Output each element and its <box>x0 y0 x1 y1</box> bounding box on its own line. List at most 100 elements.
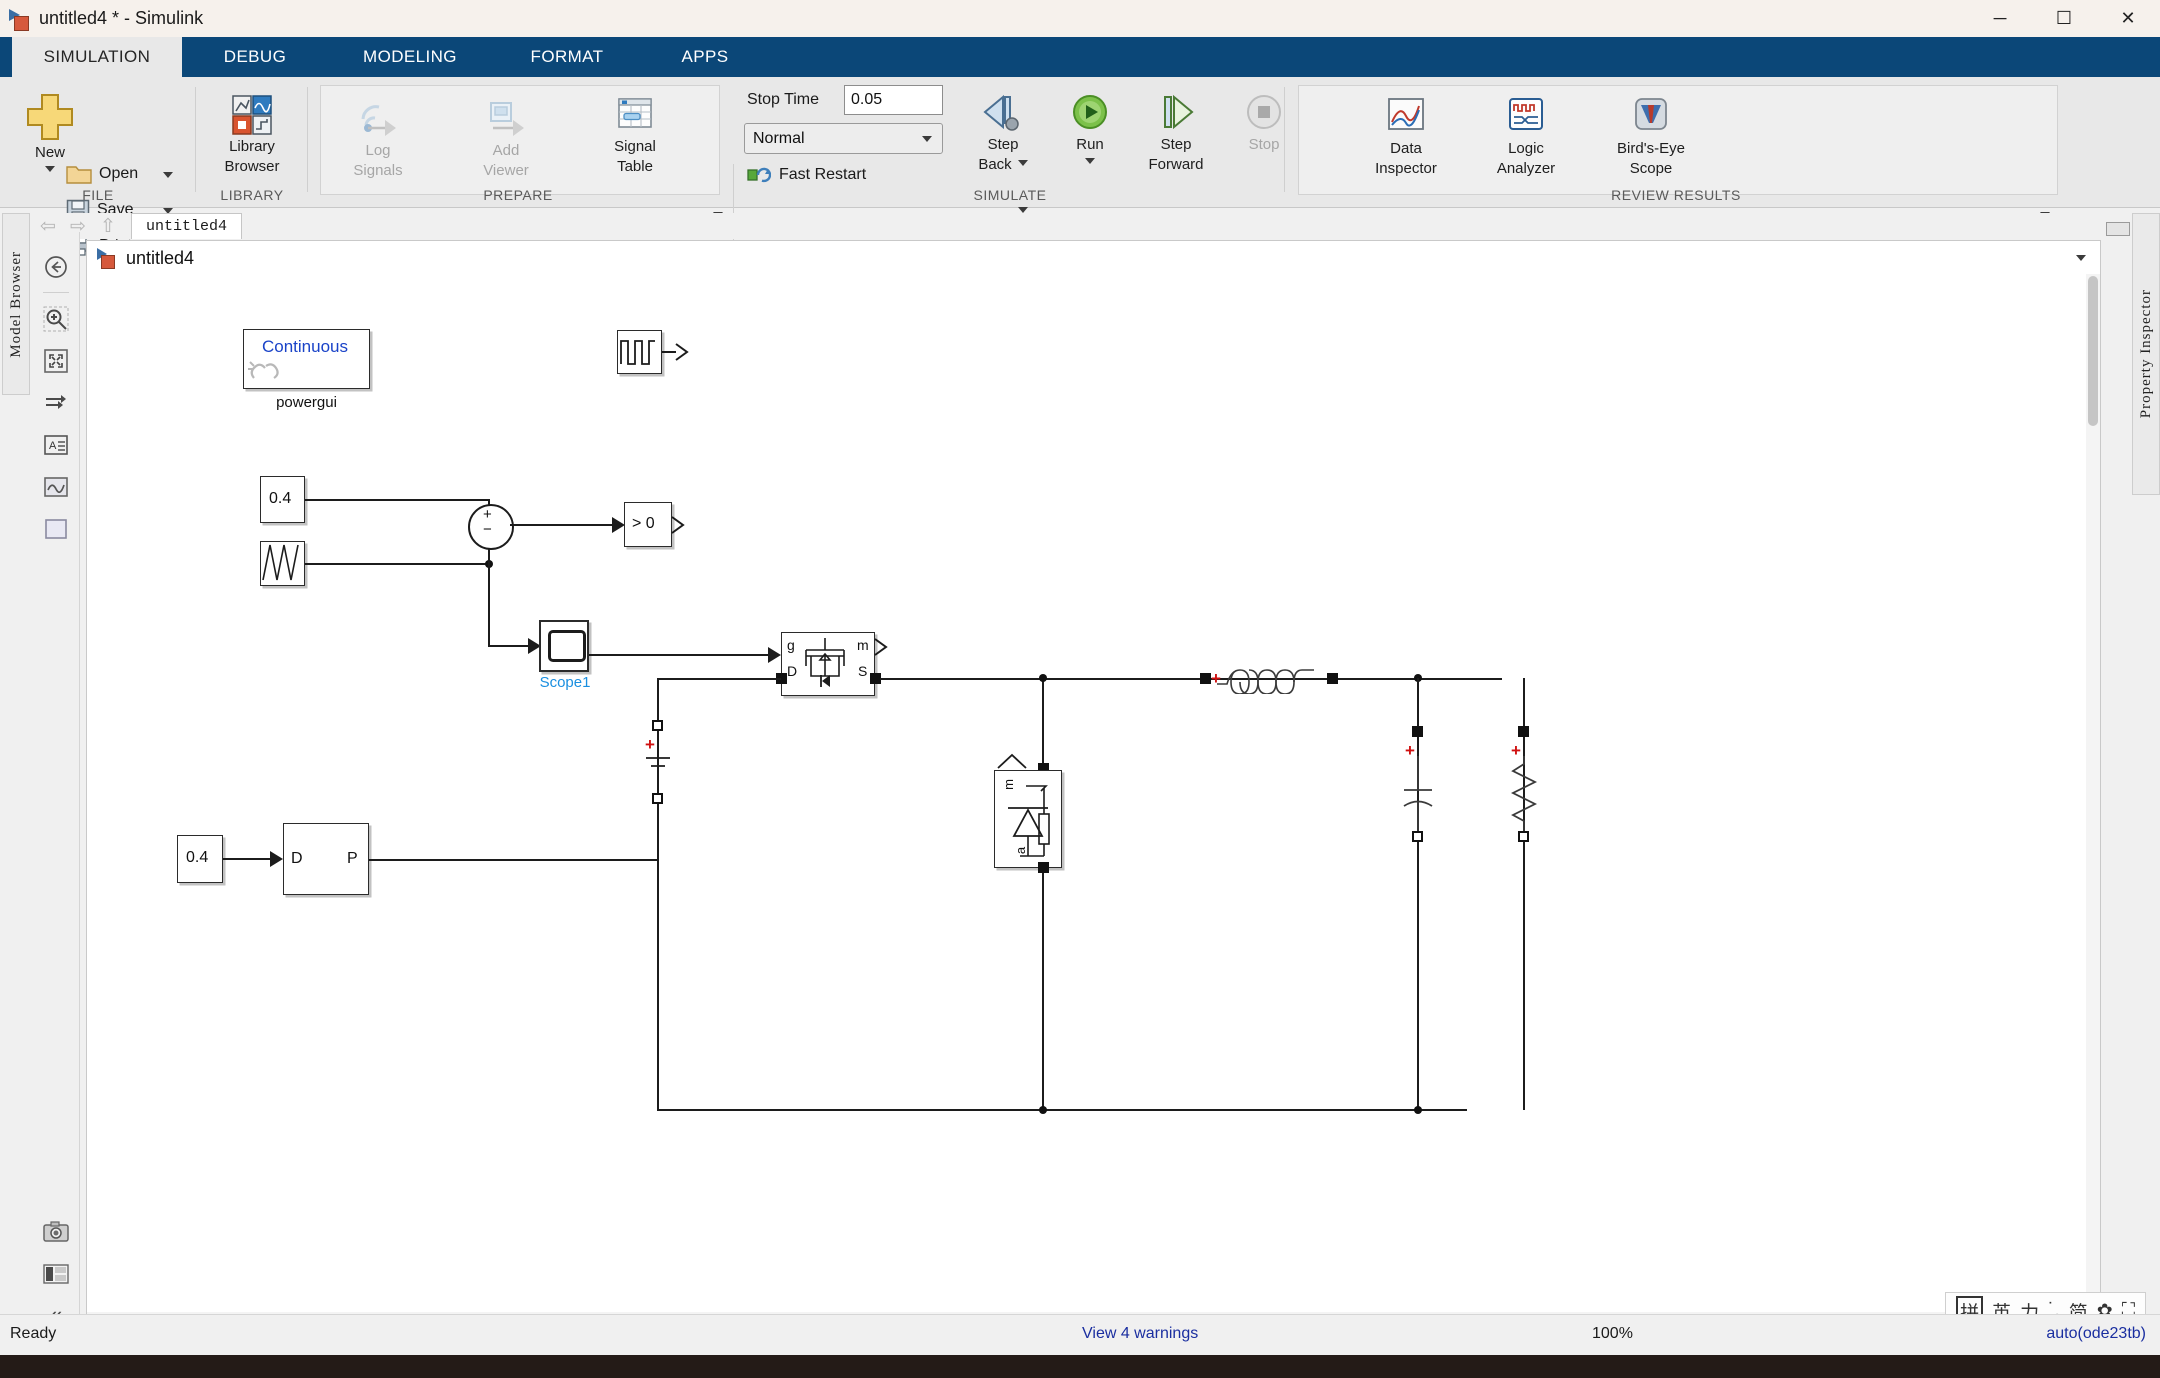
model-canvas[interactable]: Continuous powergui 0.4 + − > 0 Scope1 g… <box>86 274 2101 1327</box>
open-button[interactable]: Open <box>66 161 138 187</box>
status-warnings-link[interactable]: View 4 warnings <box>1082 1325 1198 1343</box>
annotation-icon[interactable]: A <box>39 428 73 462</box>
constant-block-0p4-b[interactable]: 0.4 <box>177 835 223 883</box>
mosfet-symbol-icon <box>805 638 845 687</box>
property-inspector-rail[interactable]: Property Inspector <box>2132 213 2160 495</box>
sum-sign-minus: − <box>483 521 492 538</box>
ribbon-group-file: New Open Save FILE <box>0 77 196 256</box>
birds-eye-scope-label-2: Scope <box>1629 160 1673 177</box>
resistor-block[interactable] <box>1501 754 1549 840</box>
capacitor-block[interactable] <box>1395 754 1443 834</box>
simulink-window: untitled4 * - Simulink ─ ☐ ✕ SIMULATION … <box>0 0 2160 1378</box>
sawtooth-waveform-icon <box>262 544 299 581</box>
minimize-button[interactable]: ─ <box>1968 0 2032 37</box>
repeating-sequence-block[interactable] <box>260 541 305 586</box>
tab-modeling[interactable]: MODELING <box>330 37 490 77</box>
ribbon-group-review: Data Inspector Logic Analyzer Bird's-Eye… <box>1286 77 2066 207</box>
diode-block[interactable]: m a <box>994 770 1062 868</box>
breadcrumb-tab-untitled4[interactable]: untitled4 <box>131 213 243 239</box>
birds-eye-scope-button[interactable]: Bird's-Eye Scope <box>1586 95 1716 177</box>
step-back-dropdown-icon[interactable] <box>1017 160 1028 166</box>
open-dropdown-icon[interactable] <box>163 172 173 178</box>
compare-text: > 0 <box>632 515 655 532</box>
breadcrumb: ⇦ ⇨ ⇧ untitled4 <box>33 213 2101 239</box>
birds-eye-scope-icon <box>1635 98 1667 130</box>
model-bar-dropdown-icon[interactable] <box>2076 255 2086 261</box>
status-zoom[interactable]: 100% <box>1592 1325 1633 1343</box>
logic-analyzer-label-2: Analyzer <box>1496 160 1556 177</box>
step-back-button[interactable]: Step Back <box>961 91 1045 173</box>
stop-time-input[interactable]: 0.05 <box>844 85 943 115</box>
powergui-block[interactable]: Continuous <box>243 329 370 389</box>
canvas-vertical-scrollbar[interactable] <box>2086 274 2100 1326</box>
maximize-button[interactable]: ☐ <box>2032 0 2096 37</box>
step-forward-button[interactable]: Step Forward <box>1134 91 1218 173</box>
mosfet-block[interactable]: g m D S <box>781 632 875 696</box>
signal-table-label-1: Signal <box>614 138 656 155</box>
stop-icon <box>1247 95 1281 129</box>
area-icon[interactable] <box>39 512 73 546</box>
signal-table-button[interactable]: Signal Table <box>593 97 677 175</box>
inductor-left-port <box>1200 673 1211 684</box>
tab-simulation[interactable]: SIMULATION <box>12 37 182 77</box>
log-signals-label-2: Signals <box>353 162 403 179</box>
open-label: Open <box>99 165 139 182</box>
run-dropdown-icon[interactable] <box>1085 158 1095 164</box>
model-browser-rail[interactable]: Model Browser <box>2 213 30 395</box>
logic-analyzer-button[interactable]: Logic Analyzer <box>1466 95 1586 177</box>
fast-restart-button[interactable]: Fast Restart <box>747 165 866 185</box>
pulse-generator-block[interactable] <box>617 330 662 374</box>
zoom-in-icon[interactable] <box>39 302 73 336</box>
log-signals-button[interactable]: Log Signals <box>336 97 420 179</box>
scope-viewer-icon[interactable] <box>39 470 73 504</box>
library-browser-label-1: Library <box>229 138 275 155</box>
model-browser-label: Model Browser <box>7 250 24 358</box>
tab-debug[interactable]: DEBUG <box>190 37 320 77</box>
status-solver[interactable]: auto(ode23tb) <box>2046 1325 2146 1343</box>
taskbar <box>0 1355 2160 1378</box>
navigate-back-icon[interactable] <box>39 250 73 284</box>
new-dropdown-icon[interactable] <box>45 166 55 172</box>
ribbon-group-prepare: Log Signals Add Viewer Signal Table PREP… <box>308 77 1028 213</box>
add-viewer-button[interactable]: Add Viewer <box>464 97 548 179</box>
simulation-mode-select[interactable]: Normal <box>744 123 943 154</box>
diode-top-node <box>1039 674 1047 682</box>
compare-to-zero-block[interactable]: > 0 <box>624 502 672 547</box>
fast-restart-label: Fast Restart <box>779 166 867 183</box>
inductor-block[interactable] <box>1215 662 1335 694</box>
fast-restart-icon <box>747 167 771 183</box>
step-back-label-1: Step <box>987 136 1019 153</box>
close-button[interactable]: ✕ <box>2096 0 2160 37</box>
library-browser-button[interactable]: Library Browser <box>210 95 294 175</box>
layout-icon[interactable] <box>39 1257 73 1291</box>
constant-block-0p4-a[interactable]: 0.4 <box>260 476 305 523</box>
step-back-label-2: Back <box>978 156 1012 173</box>
model-icon <box>97 248 117 269</box>
scope1-block[interactable] <box>539 620 589 672</box>
file-group-label: FILE <box>82 187 114 203</box>
new-button[interactable]: New <box>8 91 92 172</box>
scope-screen-icon <box>548 630 586 662</box>
constant-b-text: 0.4 <box>186 849 209 866</box>
title-bar: untitled4 * - Simulink ─ ☐ ✕ <box>0 0 2160 37</box>
tab-format[interactable]: FORMAT <box>497 37 637 77</box>
fit-to-view-icon[interactable] <box>39 344 73 378</box>
restore-panel-icon[interactable] <box>2106 222 2130 236</box>
pwm-generator-block[interactable]: D P <box>283 823 369 895</box>
up-arrow-icon[interactable]: ⇧ <box>93 213 123 239</box>
svg-text:A: A <box>49 440 57 452</box>
tab-apps[interactable]: APPS <box>650 37 760 77</box>
data-inspector-button[interactable]: Data Inspector <box>1346 95 1466 177</box>
diode-measurement-port-icon <box>997 753 1027 769</box>
logic-analyzer-icon <box>1509 98 1543 130</box>
data-inspector-label-2: Inspector <box>1375 160 1437 177</box>
add-viewer-icon <box>490 102 524 136</box>
constant-a-text: 0.4 <box>269 490 292 507</box>
step-back-icon <box>983 94 1019 131</box>
run-button[interactable]: Run <box>1048 91 1132 164</box>
screenshot-icon[interactable] <box>39 1215 73 1249</box>
powergui-label: powergui <box>276 394 337 411</box>
dc-source-minus-port <box>652 793 663 804</box>
dc-voltage-source-block[interactable] <box>639 746 679 796</box>
signal-routing-icon[interactable] <box>39 386 73 420</box>
